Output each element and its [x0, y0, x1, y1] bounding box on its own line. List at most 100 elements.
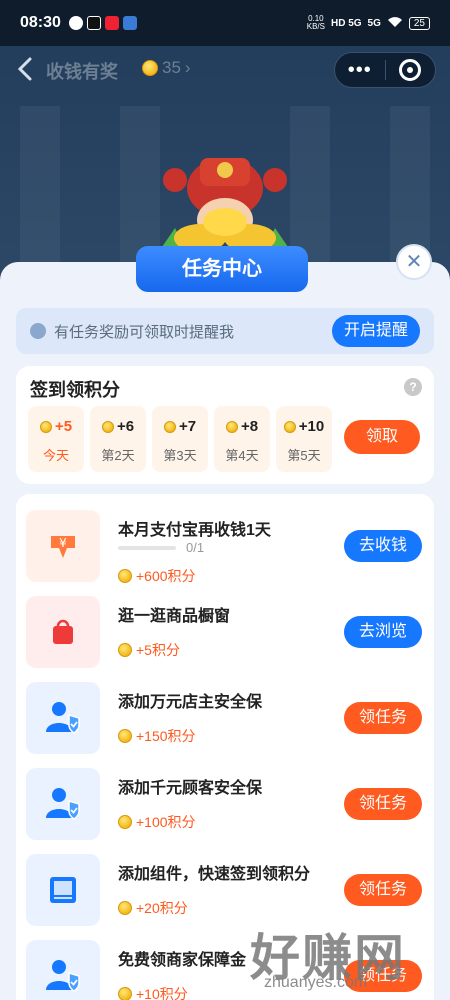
task-row: 逛一逛商品橱窗 +5积分 去浏览	[26, 596, 426, 672]
status-time: 08:30	[20, 14, 61, 31]
signal-1: HD 5G	[330, 17, 362, 29]
checkin-day: +6 第2天	[90, 406, 146, 472]
claim-checkin-button[interactable]: 领取	[344, 420, 420, 454]
checkin-day: +8 第4天	[214, 406, 270, 472]
coin-icon	[118, 729, 132, 743]
help-icon[interactable]: ?	[404, 378, 422, 396]
task-reward-text: +20积分	[136, 900, 188, 916]
miniapp-capsule: •••	[334, 52, 436, 88]
checkin-day: +10 第5天	[276, 406, 332, 472]
task-action-button[interactable]: 领任务	[344, 874, 422, 906]
checkin-title: 签到领积分	[30, 380, 120, 400]
task-progress-bar	[118, 546, 176, 550]
page-title: 收钱有奖	[46, 62, 118, 82]
checkin-day-value: +10	[276, 418, 332, 435]
checkin-days: +5 今天 +6 第2天 +7 第3天 +8 第4天 +10 第5天	[28, 406, 332, 472]
app-icon-2	[122, 16, 137, 30]
watermark: 好赚网 zhuanyes.com	[250, 918, 450, 1000]
task-reward: +20积分	[118, 898, 188, 918]
task-title: 本月支付宝再收钱1天	[118, 522, 271, 539]
day-points: +8	[240, 418, 259, 435]
task-row: ¥ 本月支付宝再收钱1天 0/1 +600积分 去收钱	[26, 510, 426, 586]
coin-icon	[163, 420, 176, 433]
coin-icon	[118, 643, 132, 657]
task-title: 逛一逛商品橱窗	[118, 608, 231, 625]
task-center-banner: 任务中心	[136, 246, 308, 292]
checkin-day: +5 今天	[28, 406, 84, 472]
task-action-button[interactable]: 去浏览	[344, 616, 422, 648]
widget-icon	[26, 854, 100, 926]
reminder-bar: 有任务奖励可领取时提醒我 开启提醒	[16, 308, 434, 354]
day-points: +6	[116, 418, 135, 435]
task-progress-text: 0/1	[186, 540, 205, 555]
checkin-day: +7 第3天	[152, 406, 208, 472]
checkin-day-value: +5	[28, 418, 84, 435]
wifi-icon	[387, 16, 403, 31]
target-icon	[399, 59, 422, 81]
close-sheet-button[interactable]: ✕	[396, 244, 432, 280]
task-action-button[interactable]: 领任务	[344, 702, 422, 734]
yuan-arrow-icon: ¥	[26, 510, 100, 582]
battery-indicator: 25	[408, 16, 430, 30]
task-reward: +5积分	[118, 640, 180, 660]
task-title: 添加万元店主安全保	[118, 694, 263, 711]
coin-icon	[283, 420, 296, 433]
watermark-sub: zhuanyes.com	[264, 974, 368, 991]
task-reward-text: +10积分	[136, 986, 188, 1000]
coin-icon	[118, 815, 132, 829]
shopping-bag-icon	[26, 596, 100, 668]
reminder-text: 有任务奖励可领取时提醒我	[54, 323, 235, 341]
back-button[interactable]	[16, 56, 40, 89]
network-speed: 0.10 KB/S	[307, 15, 325, 31]
coin-count: 35	[162, 58, 181, 77]
tiktok-icon	[86, 16, 101, 30]
day-label: 今天	[42, 448, 69, 463]
app-icon	[104, 16, 119, 30]
user-shield-icon	[26, 940, 100, 1000]
day-label: 第2天	[101, 448, 135, 463]
day-label: 第4天	[225, 448, 259, 463]
coin-balance[interactable]: 35 ›	[142, 58, 191, 78]
day-label: 第3天	[163, 448, 197, 463]
coin-icon	[118, 987, 132, 1000]
coin-icon	[101, 420, 114, 433]
chat-icon	[68, 16, 83, 30]
svg-text:¥: ¥	[59, 536, 67, 550]
day-label: 第5天	[287, 448, 321, 463]
task-row: 添加万元店主安全保 +150积分 领任务	[26, 682, 426, 758]
status-bar: 08:30 0.10 KB/S HD 5G 5G 25	[0, 0, 450, 46]
task-title: 添加组件，快速签到领积分	[118, 866, 311, 883]
task-action-button[interactable]: 去收钱	[344, 530, 422, 562]
task-reward-text: +100积分	[136, 814, 196, 830]
close-miniapp-button[interactable]	[385, 59, 435, 81]
day-points: +5	[54, 418, 73, 435]
checkin-day-value: +7	[152, 418, 208, 435]
checkin-day-value: +6	[90, 418, 146, 435]
chevron-right-icon: ›	[184, 58, 191, 77]
mascot-illustration	[160, 158, 290, 252]
speed-unit: KB/S	[306, 22, 325, 31]
task-title: 添加千元顾客安全保	[118, 780, 263, 797]
checkin-day-value: +8	[214, 418, 270, 435]
task-reward: +100积分	[118, 812, 196, 832]
task-reward: +10积分	[118, 984, 188, 1000]
bell-icon	[30, 323, 46, 339]
checkin-card: 签到领积分 ? +5 今天 +6 第2天 +7 第3天 +8 第4天 +10 第…	[16, 366, 434, 484]
task-reward-text: +600积分	[136, 568, 196, 584]
user-shield-icon	[26, 682, 100, 754]
enable-reminder-button[interactable]: 开启提醒	[331, 315, 420, 347]
signal-2: 5G	[367, 17, 381, 29]
more-button[interactable]: •••	[335, 59, 385, 82]
task-reward-text: +5积分	[136, 642, 180, 658]
chevron-left-icon	[17, 57, 32, 81]
coin-icon	[225, 420, 238, 433]
day-points: +10	[298, 418, 325, 435]
task-reward: +600积分	[118, 566, 196, 586]
task-reward-text: +150积分	[136, 728, 196, 744]
task-action-button[interactable]: 领任务	[344, 788, 422, 820]
day-points: +7	[178, 418, 197, 435]
status-right: 0.10 KB/S HD 5G 5G 25	[307, 15, 430, 31]
close-icon: ✕	[405, 251, 423, 273]
coin-icon	[118, 569, 132, 583]
coin-icon	[39, 420, 52, 433]
